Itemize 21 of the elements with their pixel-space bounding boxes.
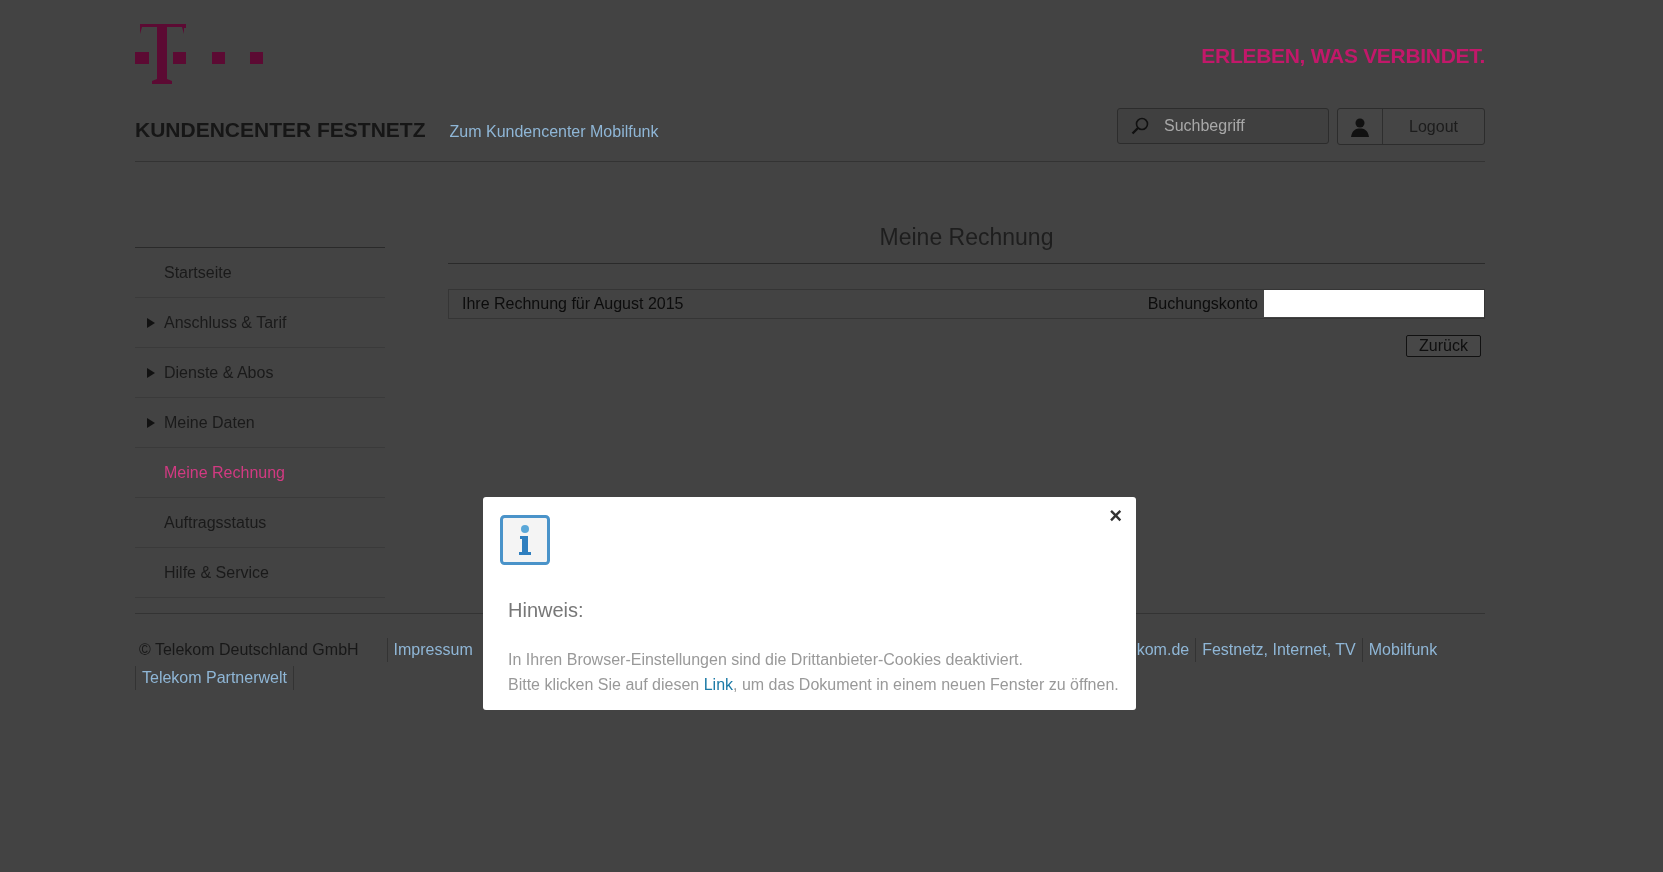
mobile-center-link[interactable]: Zum Kundencenter Mobilfunk xyxy=(449,119,659,144)
dialog-title: Hinweis: xyxy=(508,598,584,623)
account-field[interactable] xyxy=(1264,290,1484,317)
notice-text: Bitte klicken Sie auf diesen Link, um das Dokument in einem neuen Fenster zu öffnen. xyxy=(508,675,1119,695)
tagline: ERLEBEN, WAS VERBINDET. xyxy=(1201,43,1485,69)
sidebar-item[interactable]: Meine Rechnung xyxy=(135,448,385,498)
footer-link[interactable]: Festnetz, Internet, TV xyxy=(1195,638,1362,662)
footer-link[interactable]: Impressum xyxy=(386,638,479,662)
account-label: Buchungskonto xyxy=(1147,293,1258,314)
logo-icon xyxy=(135,24,265,87)
search-field[interactable]: Suchbegriff xyxy=(1117,108,1329,144)
info-icon xyxy=(500,515,550,565)
footer-link[interactable]: Mobilfunk xyxy=(1361,638,1444,662)
expand-arrow-icon xyxy=(147,367,155,378)
notice-text: In Ihren Browser-Einstellungen sind die Drittanbieter-Cookies deaktiviert. xyxy=(508,650,1024,670)
back-button[interactable]: Zurück xyxy=(1406,334,1481,357)
user-icon xyxy=(1350,116,1370,137)
expand-arrow-icon xyxy=(147,317,155,328)
footer-link[interactable]: Telekom Partnerwelt xyxy=(135,666,294,690)
close-button[interactable]: × xyxy=(1105,499,1126,532)
expand-arrow-icon xyxy=(147,417,155,428)
